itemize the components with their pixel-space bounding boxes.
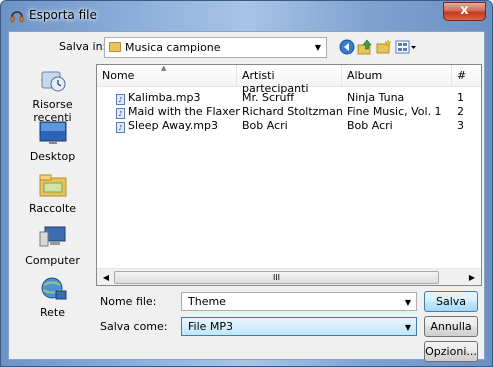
file-list[interactable]: Nome ▲ Artisti partecipanti Album # ♪ Kal… [96,64,482,286]
save-in-label: Salva in: [59,40,107,53]
column-header-track[interactable]: # [452,65,481,87]
desktop-icon [39,121,66,144]
filename-field[interactable]: Theme ▼ [181,292,417,311]
place-libraries[interactable]: Raccolte [12,172,93,215]
libraries-icon [39,174,66,197]
scrollbar-thumb[interactable]: III [114,271,439,284]
audio-file-icon: ♪ [116,94,125,105]
save-in-value: Musica campione [125,41,221,54]
file-artist: Bob Acri [242,119,288,132]
filename-value: Theme [188,295,226,308]
back-icon[interactable] [339,39,355,55]
file-album: Ninja Tuna [347,91,405,104]
filename-label: Nome file: [100,295,157,308]
file-name: Kalimba.mp3 [128,91,201,104]
file-artist: Richard Stoltzman... [242,105,342,118]
file-track: 1 [457,91,464,104]
file-track: 2 [457,105,464,118]
column-header-artists[interactable]: Artisti partecipanti [237,65,342,95]
dialog-body: Salva in: Musica campione ▼ Risorse rece… [8,31,485,362]
headphones-icon [10,11,24,22]
cancel-button[interactable]: Annulla [424,316,478,337]
export-file-dialog: Esporta file x Salva in: Musica campione… [0,0,493,367]
close-icon: x [460,3,469,18]
save-in-dropdown[interactable]: Musica campione ▼ [104,37,327,58]
recent-places-icon [41,71,65,92]
horizontal-scrollbar[interactable]: ◀ III ▶ [97,268,481,285]
file-name: Maid with the Flaxen H... [128,105,240,118]
network-icon [41,277,66,300]
options-button[interactable]: Opzioni... [424,341,478,362]
file-track: 3 [457,119,464,132]
chevron-down-icon[interactable]: ▼ [315,43,321,52]
chevron-down-icon[interactable]: ▼ [405,323,411,332]
chevron-down-icon[interactable]: ▼ [405,298,411,307]
place-network[interactable]: Rete [12,276,93,319]
place-label: Rete [40,306,65,319]
place-recent[interactable]: Risorse recenti [12,68,93,124]
file-album: Fine Music, Vol. 1 [347,105,442,118]
scroll-left-icon[interactable]: ◀ [99,271,113,284]
file-name: Sleep Away.mp3 [128,119,219,132]
file-album: Bob Acri [347,119,393,132]
filetype-dropdown[interactable]: File MP3 ▼ [181,317,417,336]
window-title: Esporta file [29,8,97,22]
scroll-right-icon[interactable]: ▶ [465,271,479,284]
folder-icon [109,42,121,52]
place-label: Desktop [29,150,76,163]
place-computer[interactable]: Computer [12,224,93,267]
up-folder-icon[interactable] [357,39,373,55]
table-row[interactable]: ♪ Sleep Away.mp3 Bob Acri Bob Acri 3 [97,119,481,133]
audio-file-icon: ♪ [116,122,125,133]
audio-file-icon: ♪ [116,108,125,119]
title-bar[interactable]: Esporta file x [1,1,492,31]
filetype-value: File MP3 [188,320,234,333]
view-menu-icon[interactable] [395,39,417,55]
file-artist: Mr. Scruff [242,91,295,104]
save-button[interactable]: Salva [424,291,478,312]
place-label: Computer [25,254,80,267]
table-row[interactable]: ♪ Kalimba.mp3 Mr. Scruff Ninja Tuna 1 [97,91,481,105]
sort-ascending-icon: ▲ [161,64,167,72]
column-header-name[interactable]: Nome ▲ [97,64,237,87]
new-folder-icon[interactable] [376,39,392,55]
close-button[interactable]: x [443,2,486,21]
column-header-album[interactable]: Album [342,65,452,87]
place-desktop[interactable]: Desktop [12,120,93,163]
table-row[interactable]: ♪Maid with the Flaxen H... Richard Stolt… [97,105,481,119]
places-bar: Risorse recenti Desktop Raccolte Compute… [12,64,93,319]
place-label: Raccolte [28,202,77,215]
computer-icon [39,226,65,247]
filetype-label: Salva come: [100,320,168,333]
